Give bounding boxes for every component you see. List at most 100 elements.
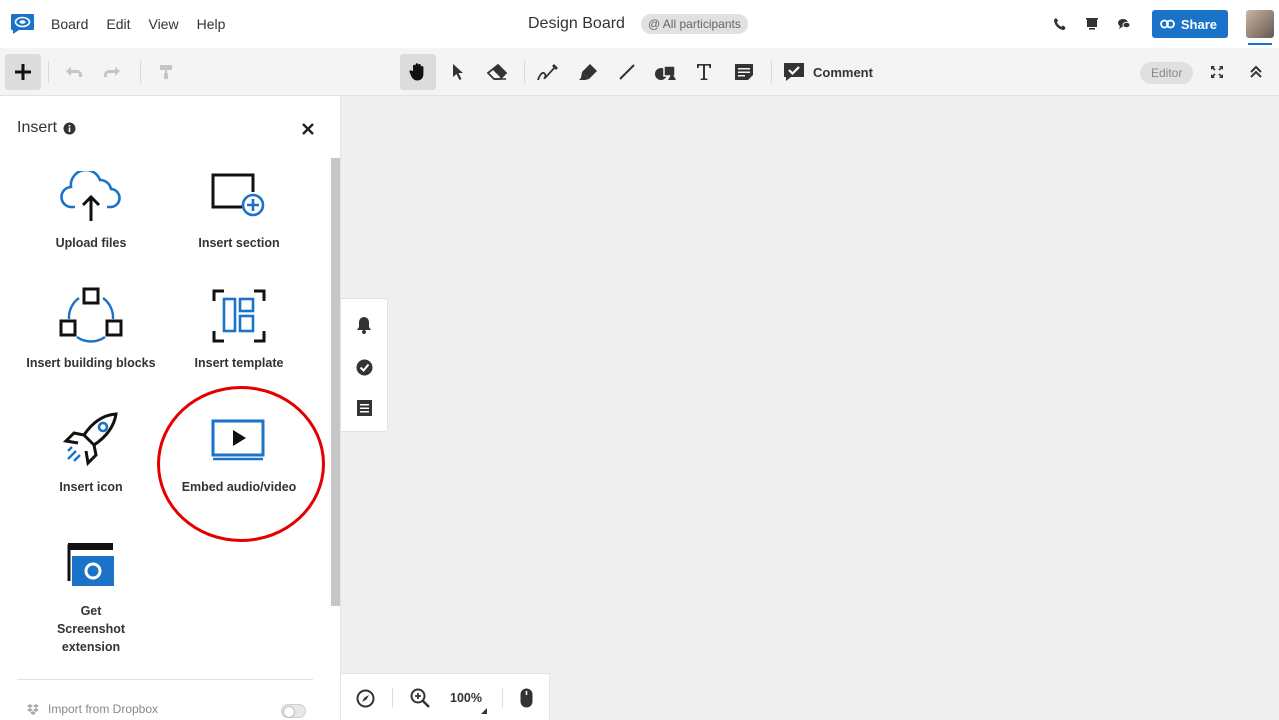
insert-section-tile[interactable]: Insert section bbox=[165, 166, 313, 252]
tile-label: Insert section bbox=[198, 236, 280, 250]
main-menu: Board Edit View Help bbox=[51, 0, 225, 48]
mouse-mode-button[interactable] bbox=[517, 688, 535, 708]
rocket-icon bbox=[62, 412, 118, 467]
avatar[interactable] bbox=[1246, 10, 1274, 38]
highlighter-tool-button[interactable] bbox=[570, 54, 606, 90]
zoom-bar: 100% bbox=[341, 673, 550, 720]
main-toolbar: Comment Editor bbox=[0, 48, 1279, 96]
collapse-toolbar-button[interactable] bbox=[1238, 54, 1274, 90]
outline-button[interactable] bbox=[353, 397, 375, 419]
section-add-icon bbox=[211, 173, 265, 217]
chat-icon[interactable] bbox=[1108, 8, 1140, 40]
cloud-upload-icon bbox=[60, 171, 121, 221]
tile-label: Insert template bbox=[194, 356, 284, 370]
navigator-button[interactable] bbox=[355, 688, 375, 708]
top-right-actions: Share bbox=[1044, 0, 1279, 48]
zoom-dropdown-icon[interactable] bbox=[481, 708, 487, 714]
comment-label: Comment bbox=[813, 64, 873, 80]
insert-panel-header: Insert bbox=[17, 119, 76, 137]
canvas-side-tools bbox=[341, 298, 388, 432]
tile-label: Insert building blocks bbox=[26, 356, 156, 370]
sticky-note-icon bbox=[735, 64, 753, 80]
tasks-button[interactable] bbox=[353, 356, 375, 378]
notifications-button[interactable] bbox=[353, 314, 375, 336]
list-icon bbox=[356, 400, 372, 416]
comment-check-icon bbox=[784, 63, 804, 81]
participants-badge[interactable]: @ All participants bbox=[640, 14, 748, 34]
document-title[interactable]: Design Board bbox=[528, 15, 625, 33]
upload-files-tile[interactable]: Upload files bbox=[17, 166, 165, 252]
eraser-tool-button[interactable] bbox=[479, 54, 515, 90]
insert-building-blocks-tile[interactable]: Insert building blocks bbox=[17, 286, 165, 372]
panel-title: Insert bbox=[17, 119, 58, 136]
text-icon bbox=[697, 64, 711, 80]
panel-scrollbar[interactable] bbox=[331, 158, 340, 606]
info-icon[interactable] bbox=[63, 122, 76, 135]
toolbar-divider bbox=[524, 61, 525, 83]
toolbar-divider bbox=[48, 61, 49, 83]
phone-icon[interactable] bbox=[1044, 8, 1076, 40]
sticky-note-tool-button[interactable] bbox=[726, 54, 762, 90]
fullscreen-button[interactable] bbox=[1199, 54, 1235, 90]
mode-badge[interactable]: Editor bbox=[1140, 62, 1194, 84]
redo-icon bbox=[104, 67, 120, 77]
double-chevron-up-icon bbox=[1250, 65, 1262, 78]
toolbar-divider bbox=[140, 61, 141, 83]
user-avatar-area bbox=[1246, 0, 1274, 48]
shapes-icon bbox=[655, 65, 676, 80]
menu-help[interactable]: Help bbox=[197, 16, 226, 32]
eraser-icon bbox=[487, 64, 507, 80]
format-painter-icon bbox=[160, 65, 172, 79]
menu-board[interactable]: Board bbox=[51, 16, 88, 32]
insert-plus-button[interactable] bbox=[5, 54, 41, 90]
screenshot-icon bbox=[67, 543, 114, 586]
tile-label: Embed audio/video bbox=[181, 480, 297, 494]
presentation-icon[interactable] bbox=[1076, 8, 1108, 40]
insert-panel: Insert Upload files Insert section Inser… bbox=[0, 96, 341, 720]
get-screenshot-extension-tile[interactable]: Get Screenshot extension bbox=[17, 534, 165, 656]
insert-template-tile[interactable]: Insert template bbox=[165, 286, 313, 372]
check-circle-icon bbox=[356, 359, 372, 375]
redo-button[interactable] bbox=[94, 54, 130, 90]
highlighter-icon bbox=[579, 64, 597, 80]
tile-label: Get Screenshot extension bbox=[56, 604, 126, 654]
dropbox-icon bbox=[27, 703, 39, 715]
insert-icon-tile[interactable]: Insert icon bbox=[17, 410, 165, 496]
menu-view[interactable]: View bbox=[148, 16, 178, 32]
format-painter-button[interactable] bbox=[148, 54, 184, 90]
line-tool-button[interactable] bbox=[609, 54, 645, 90]
embed-audio-video-tile[interactable]: Embed audio/video bbox=[165, 410, 313, 496]
shapes-tool-button[interactable] bbox=[647, 54, 683, 90]
hand-icon bbox=[409, 63, 424, 81]
pen-tool-button[interactable] bbox=[530, 54, 566, 90]
zoom-divider bbox=[502, 688, 503, 708]
zoom-divider bbox=[392, 688, 393, 708]
dropbox-toggle[interactable] bbox=[281, 704, 306, 718]
panel-divider bbox=[17, 679, 313, 680]
title-area: Design Board @ All participants bbox=[528, 0, 748, 48]
toolbar-divider bbox=[771, 61, 772, 83]
mouse-icon bbox=[520, 688, 532, 708]
fullscreen-icon bbox=[1211, 66, 1223, 78]
import-dropbox-row: Import from Dropbox bbox=[27, 702, 158, 716]
comment-button[interactable]: Comment bbox=[783, 59, 873, 85]
undo-icon bbox=[66, 67, 82, 77]
zoom-value: 100% bbox=[450, 691, 482, 705]
cursor-icon bbox=[453, 64, 463, 80]
close-icon[interactable] bbox=[300, 121, 316, 137]
app-logo-icon[interactable] bbox=[10, 13, 35, 35]
zoom-level[interactable]: 100% bbox=[447, 688, 485, 708]
text-tool-button[interactable] bbox=[686, 54, 722, 90]
link-icon bbox=[1159, 19, 1175, 29]
menu-edit[interactable]: Edit bbox=[106, 16, 130, 32]
undo-button[interactable] bbox=[56, 54, 92, 90]
zoom-in-button[interactable] bbox=[409, 688, 431, 708]
hand-tool-button[interactable] bbox=[400, 54, 436, 90]
video-play-icon bbox=[211, 419, 265, 461]
select-tool-button[interactable] bbox=[440, 54, 476, 90]
compass-icon bbox=[356, 689, 374, 707]
share-button[interactable]: Share bbox=[1151, 10, 1228, 38]
top-bar: Board Edit View Help Design Board @ All … bbox=[0, 0, 1279, 48]
tile-label: Insert icon bbox=[59, 480, 123, 494]
zoom-in-icon bbox=[410, 688, 430, 708]
